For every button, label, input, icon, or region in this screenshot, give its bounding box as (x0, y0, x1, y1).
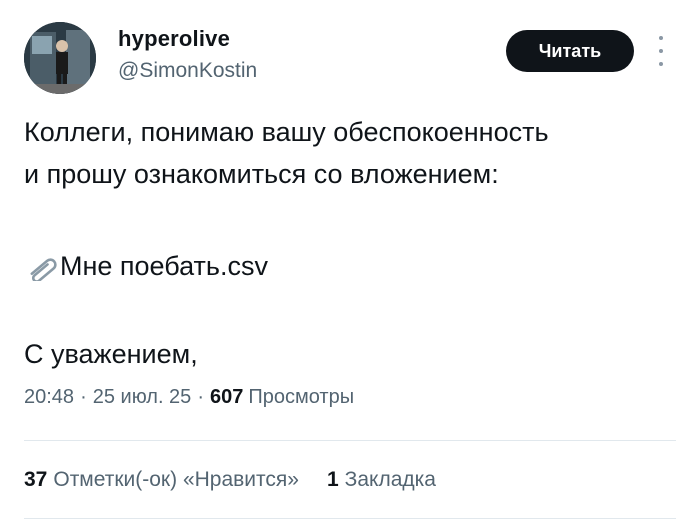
likes-count[interactable]: 37 (24, 468, 47, 492)
avatar-image (24, 22, 96, 94)
tweet-signoff: С уважением, (24, 339, 198, 369)
paperclip-icon (30, 258, 57, 281)
views-label: Просмотры (248, 386, 355, 408)
handle[interactable]: @SimonKostin (118, 59, 257, 83)
attachment-filename: Мне поебать.csv (60, 251, 268, 281)
meta-separator: · (197, 386, 204, 408)
divider (24, 518, 676, 519)
tweet-text-line-1: Коллеги, понимаю вашу обеспокоенность (24, 117, 549, 147)
avatar[interactable] (24, 22, 96, 94)
views-count: 607 (209, 386, 244, 408)
read-button[interactable]: Читать (506, 30, 634, 72)
tweet-card: hyperolive @SimonKostin Читать Коллеги, … (0, 0, 700, 525)
tweet-meta: 20:48 · 25 июл. 25 · 607 Просмотры (24, 386, 354, 409)
attachment: Мне поебать.csv (24, 248, 268, 284)
bookmarks-count[interactable]: 1 (327, 468, 339, 492)
tweet-stats: 37 Отметки(-ок) «Нравится» 1 Закладка (24, 468, 436, 492)
bookmarks-label[interactable]: Закладка (345, 468, 436, 492)
display-name[interactable]: hyperolive (118, 26, 230, 52)
meta-separator: · (80, 386, 87, 408)
divider (24, 440, 676, 441)
more-vertical-icon[interactable] (654, 36, 668, 66)
tweet-text-line-2: и прошу ознакомиться со вложением: (24, 159, 499, 189)
tweet-time[interactable]: 20:48 (24, 386, 74, 409)
tweet-date[interactable]: 25 июл. 25 (93, 386, 192, 409)
likes-label[interactable]: Отметки(-ок) «Нравится» (53, 468, 299, 492)
